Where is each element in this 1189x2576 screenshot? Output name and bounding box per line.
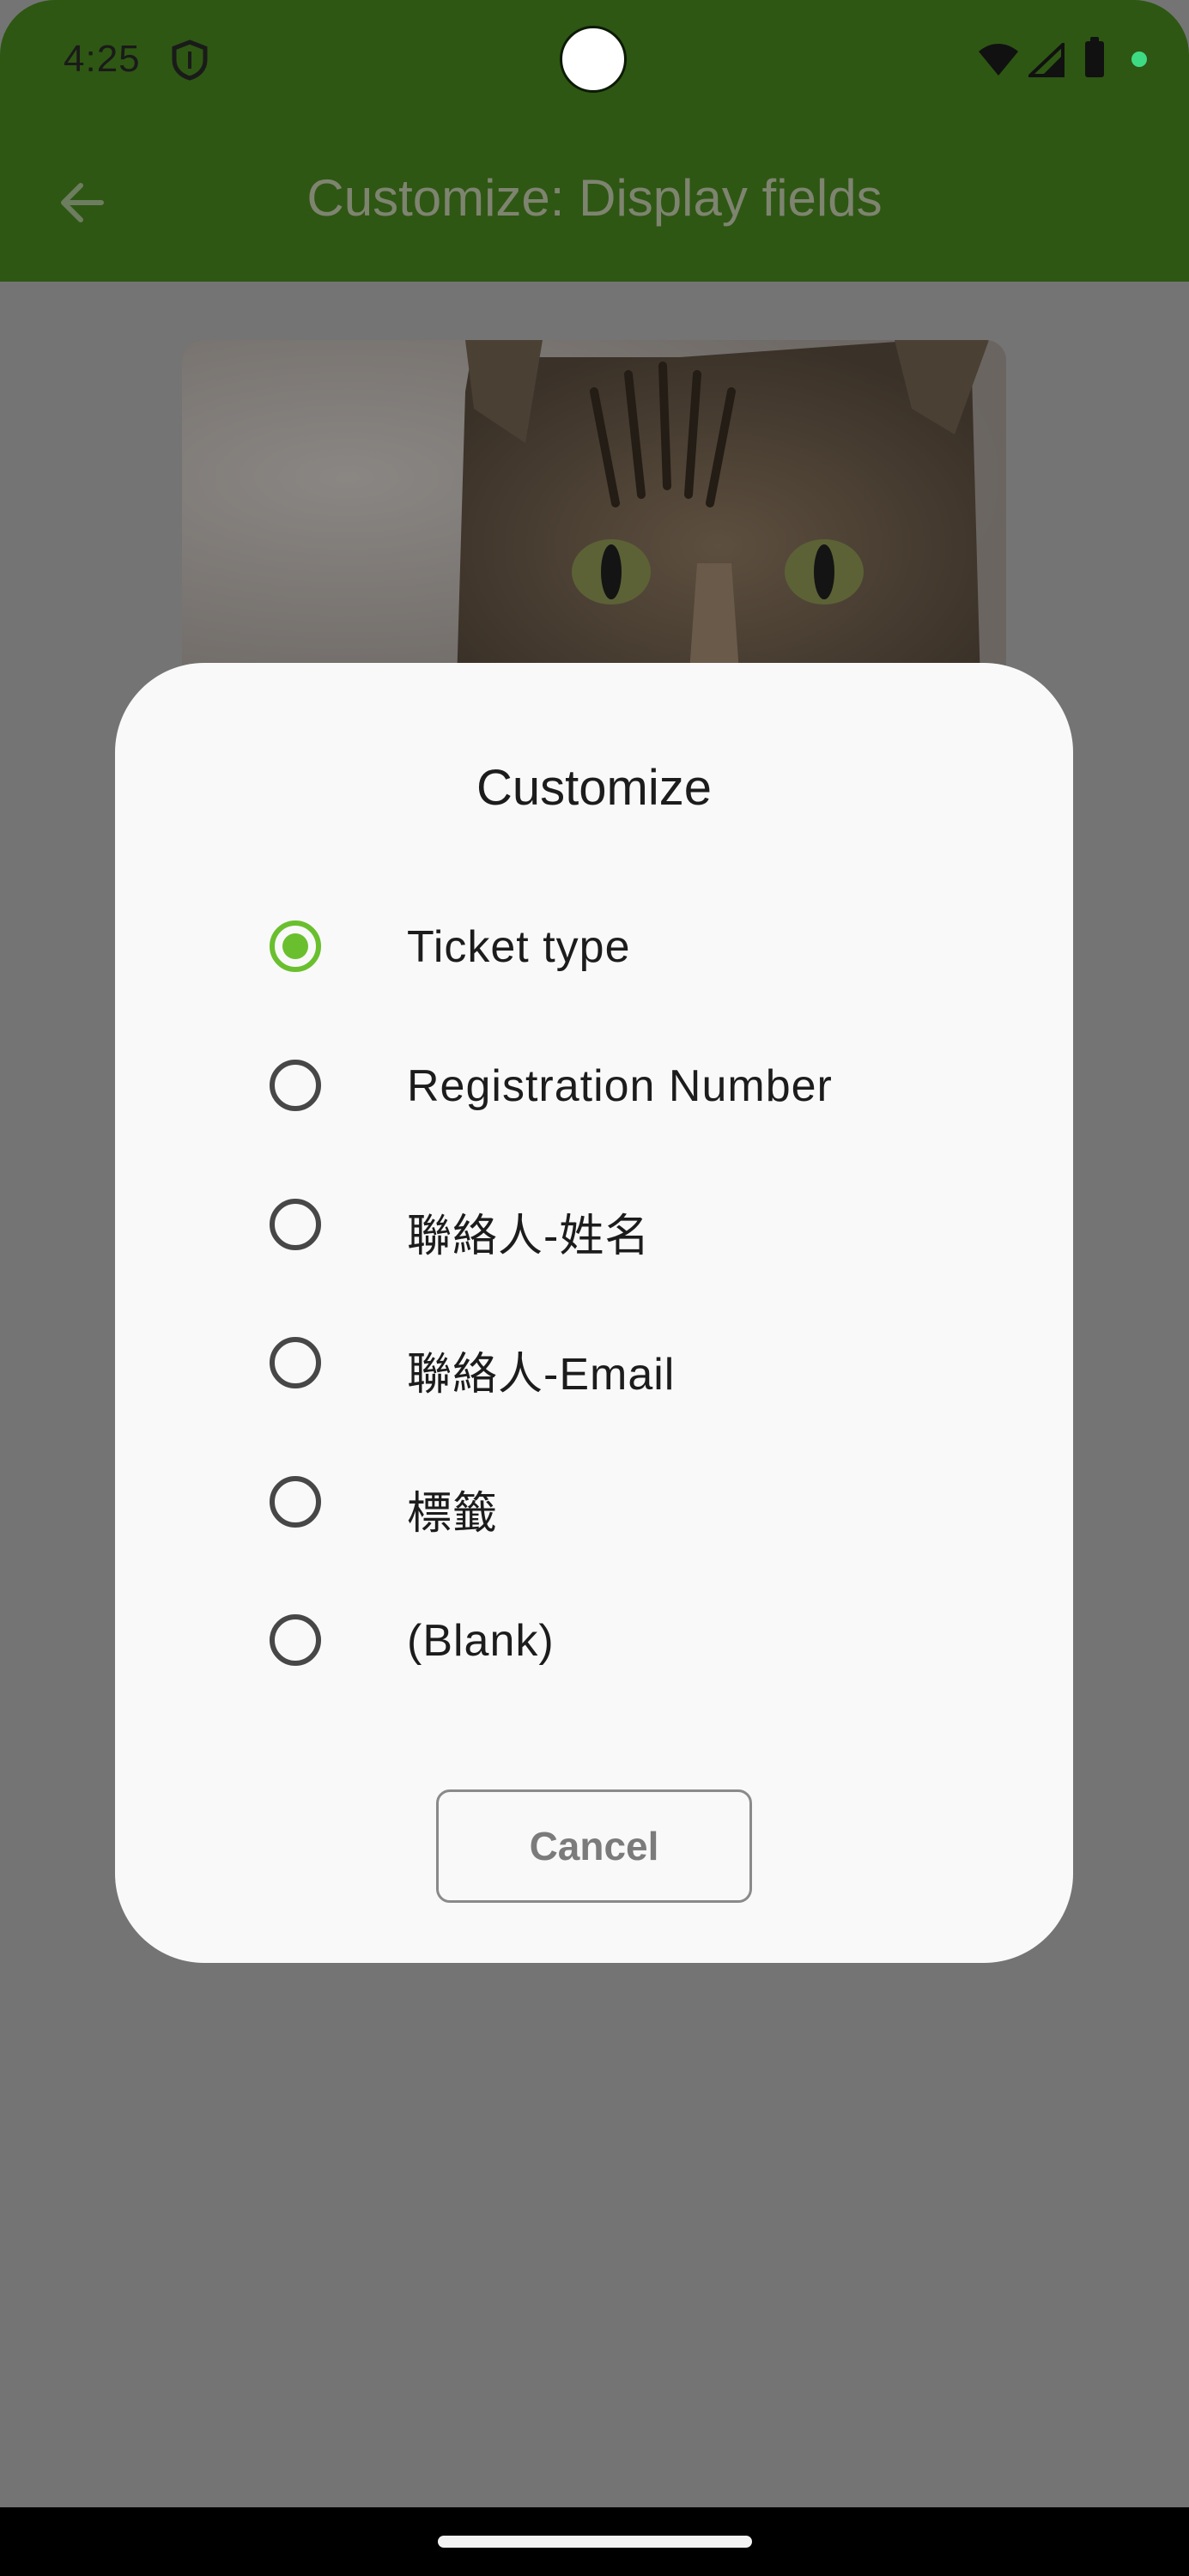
option-label: (Blank) [407,1616,555,1666]
battery-icon [1085,37,1104,77]
shield-icon [172,39,208,81]
option-label: 聯絡人-Email [407,1350,676,1400]
radio-unselected[interactable] [270,1337,321,1388]
home-handle[interactable] [438,2536,752,2548]
radio-unselected[interactable] [270,1614,321,1666]
camera-cutout [560,26,627,93]
wifi-icon [979,44,1018,76]
customize-dialog: Customize Ticket type Registration Numbe… [115,663,1073,1963]
screen: 4:25 Customize: Display fields Customize… [0,0,1189,2576]
option-blank[interactable]: (Blank) [270,1593,1008,1687]
option-contact-name[interactable]: 聯絡人-姓名 [270,1177,1008,1272]
radio-unselected[interactable] [270,1060,321,1111]
option-contact-email[interactable]: 聯絡人-Email [270,1315,1008,1410]
option-tags[interactable]: 標籤 [270,1455,1008,1549]
status-time: 4:25 [64,38,141,80]
option-ticket-type[interactable]: Ticket type [270,899,1008,993]
option-registration-number[interactable]: Registration Number [270,1038,1008,1133]
cat-photo-image [182,340,1006,683]
option-label: Registration Number [407,1061,833,1111]
radio-unselected[interactable] [270,1476,321,1528]
radio-selected[interactable] [270,920,321,972]
option-label: 標籤 [407,1489,499,1539]
cat-photo [182,340,1006,683]
option-label: 聯絡人-姓名 [407,1212,651,1261]
option-label: Ticket type [407,922,631,972]
green-dot-icon [1131,52,1147,67]
cancel-button[interactable]: Cancel [436,1789,752,1903]
signal-icon [1028,43,1065,77]
radio-unselected[interactable] [270,1199,321,1250]
dialog-title: Customize [476,760,712,816]
page-title: Customize: Display fields [306,169,883,227]
